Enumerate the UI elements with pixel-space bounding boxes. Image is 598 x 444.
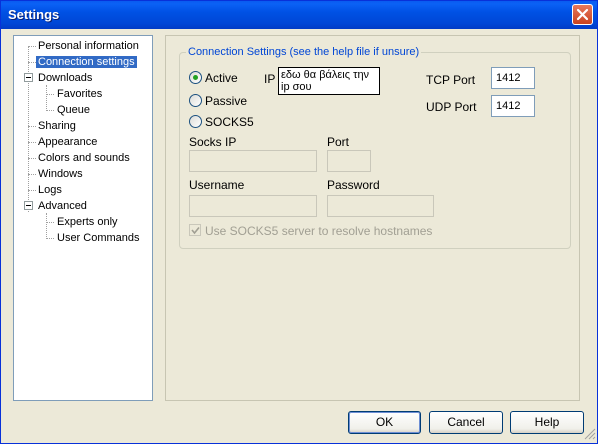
- tree-item-appearance[interactable]: Appearance: [38, 135, 97, 149]
- resolve-hostnames-label[interactable]: Use SOCKS5 server to resolve hostnames: [205, 224, 432, 238]
- active-radio[interactable]: [189, 71, 202, 84]
- udp-port-label: UDP Port: [426, 100, 477, 114]
- port-label: Port: [327, 135, 350, 149]
- tree-item-logs[interactable]: Logs: [38, 183, 62, 197]
- settings-tree[interactable]: Personal information Connection settings…: [13, 35, 153, 401]
- passive-radio[interactable]: [189, 94, 202, 107]
- socks5-label[interactable]: SOCKS5: [205, 115, 254, 129]
- socks-ip-label: Socks IP: [189, 135, 237, 149]
- tree-item-sharing[interactable]: Sharing: [38, 119, 76, 133]
- advanced-collapse-icon[interactable]: [24, 201, 33, 210]
- socks-port-input[interactable]: [327, 150, 371, 172]
- tree-item-label: Experts only: [57, 216, 118, 228]
- password-input[interactable]: [327, 195, 434, 217]
- ip-label: IP: [264, 72, 276, 86]
- tree-item-personal-information[interactable]: Personal information: [38, 39, 139, 53]
- tree-item-experts-only[interactable]: Experts only: [57, 215, 118, 229]
- socks-ip-input[interactable]: [189, 150, 317, 172]
- tree-item-colors-and-sounds[interactable]: Colors and sounds: [38, 151, 130, 165]
- tree-item-downloads[interactable]: Downloads: [38, 71, 92, 85]
- tree-item-label: Advanced: [38, 200, 87, 212]
- passive-label[interactable]: Passive: [205, 94, 247, 108]
- resize-grip-icon[interactable]: [584, 428, 596, 440]
- ok-button[interactable]: OK: [348, 411, 421, 434]
- tree-item-label: Sharing: [38, 120, 76, 132]
- password-label: Password: [327, 178, 380, 192]
- window-title: Settings: [8, 7, 60, 22]
- help-button[interactable]: Help: [510, 411, 584, 434]
- close-button[interactable]: [572, 4, 593, 25]
- udp-port-input[interactable]: 1412: [491, 95, 535, 117]
- tree-item-favorites[interactable]: Favorites: [57, 87, 102, 101]
- username-input[interactable]: [189, 195, 317, 217]
- tree-item-windows[interactable]: Windows: [38, 167, 83, 181]
- tree-item-label: Personal information: [38, 40, 139, 52]
- tree-item-label: Queue: [57, 104, 91, 116]
- resolve-hostnames-checkbox[interactable]: [189, 224, 201, 236]
- checkmark-icon: [191, 226, 200, 235]
- socks5-radio[interactable]: [189, 115, 202, 128]
- tree-item-label: Connection settings: [36, 56, 137, 68]
- tcp-port-input[interactable]: 1412: [491, 67, 535, 89]
- username-label: Username: [189, 178, 245, 192]
- active-label[interactable]: Active: [205, 71, 238, 85]
- tree-item-label: Logs: [38, 184, 62, 196]
- tree-item-connection-settings[interactable]: Connection settings: [36, 55, 137, 69]
- tree-item-advanced[interactable]: Advanced: [38, 199, 87, 213]
- tree-item-label: Colors and sounds: [38, 152, 130, 164]
- tree-item-label: Windows: [38, 168, 83, 180]
- tree-item-label: User Commands: [57, 232, 140, 244]
- cancel-button[interactable]: Cancel: [429, 411, 503, 434]
- close-icon: [576, 8, 589, 21]
- tree-item-label: Downloads: [38, 72, 93, 84]
- tree-item-user-commands[interactable]: User Commands: [57, 231, 140, 245]
- tcp-port-label: TCP Port: [426, 73, 476, 87]
- ip-input[interactable]: εδω θα βάλεις την ip σου: [278, 67, 380, 95]
- group-title: Connection Settings (see the help file i…: [186, 46, 422, 58]
- tree-item-queue[interactable]: Queue: [57, 103, 90, 117]
- tree-item-label: Appearance: [38, 136, 98, 148]
- title-bar[interactable]: Settings: [1, 1, 597, 29]
- tree-item-label: Favorites: [57, 88, 103, 100]
- downloads-collapse-icon[interactable]: [24, 73, 33, 82]
